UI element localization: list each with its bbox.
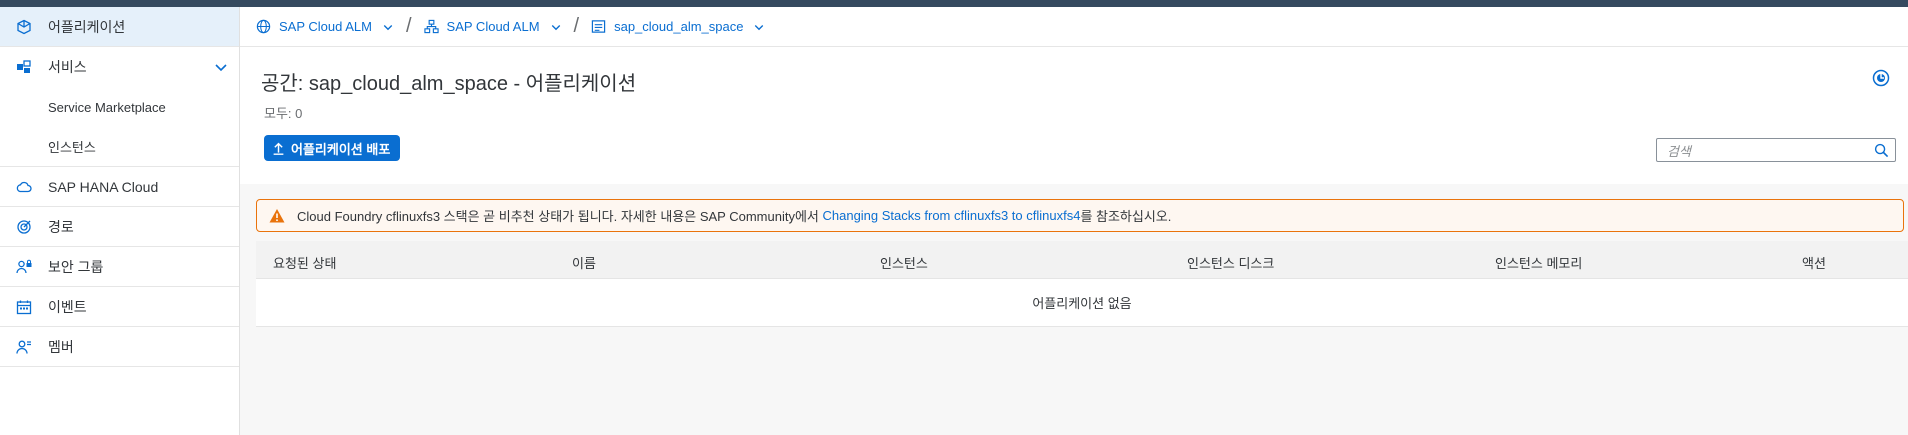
breadcrumb-label: sap_cloud_alm_space	[614, 19, 744, 34]
sidebar-item-security-groups[interactable]: 보안 그룹	[0, 247, 239, 287]
sidebar-item-services[interactable]: 서비스	[0, 47, 239, 87]
upload-icon	[273, 142, 284, 155]
breadcrumb-label: SAP Cloud ALM	[279, 19, 372, 34]
sidebar-item-label: 인스턴스	[48, 140, 96, 155]
target-icon	[16, 219, 32, 235]
breadcrumb-subaccount[interactable]: SAP Cloud ALM	[423, 19, 562, 34]
sidebar-item-label: 서비스	[48, 59, 87, 75]
breadcrumb: SAP Cloud ALM / SAP Cloud ALM / sap_clou…	[240, 7, 1908, 47]
warning-text: Cloud Foundry cflinuxfs3 스택은 곧 비추천 상태가 됩…	[297, 209, 823, 224]
warning-link[interactable]: Changing Stacks from cflinuxfs3 to cflin…	[822, 208, 1080, 223]
chevron-down-icon[interactable]	[550, 21, 562, 33]
cube-icon	[16, 19, 32, 35]
sidebar-item-label: Service Marketplace	[48, 99, 166, 115]
cloud-icon	[16, 179, 32, 195]
sidebar-item-label: 어플리케이션	[48, 18, 126, 35]
sidebar-item-label: 보안 그룹	[48, 258, 104, 275]
sidebar-item-service-marketplace[interactable]: Service Marketplace	[0, 87, 239, 127]
help-icon[interactable]	[1872, 69, 1890, 87]
sidebar: 어플리케이션 서비스 Service Marketplace 인스턴스 SAP …	[0, 7, 240, 435]
sidebar-item-applications[interactable]: 어플리케이션	[0, 7, 239, 47]
column-header-instance-disk[interactable]: 인스턴스 디스크	[1187, 253, 1274, 272]
table-header: 요청된 상태 이름 인스턴스 인스턴스 디스크 인스턴스 메모리 액션	[256, 241, 1908, 279]
breadcrumb-global-account[interactable]: SAP Cloud ALM	[256, 19, 394, 34]
globe-icon	[256, 19, 271, 34]
main-content: SAP Cloud ALM / SAP Cloud ALM / sap_clou…	[240, 7, 1908, 435]
breadcrumb-space[interactable]: sap_cloud_alm_space	[591, 19, 765, 34]
sidebar-item-label: SAP HANA Cloud	[48, 178, 159, 195]
sidebar-item-instances[interactable]: 인스턴스	[0, 127, 239, 167]
sidebar-item-label: 멤버	[48, 338, 74, 355]
chevron-down-icon[interactable]	[753, 21, 765, 33]
hierarchy-icon	[423, 19, 439, 34]
chevron-down-icon[interactable]	[382, 21, 394, 33]
sidebar-item-members[interactable]: 멤버	[0, 327, 239, 367]
column-header-instance-memory[interactable]: 인스턴스 메모리	[1495, 253, 1582, 272]
table-empty-message: 어플리케이션 없음	[1032, 296, 1132, 311]
column-header-instances[interactable]: 인스턴스	[880, 253, 928, 272]
column-header-name[interactable]: 이름	[572, 253, 596, 272]
sidebar-item-sap-hana-cloud[interactable]: SAP HANA Cloud	[0, 167, 239, 207]
column-header-actions: 액션	[1802, 256, 1826, 271]
chevron-down-icon[interactable]	[213, 59, 229, 75]
person-icon	[16, 339, 32, 355]
deploy-application-label: 어플리케이션 배포	[291, 141, 391, 157]
warning-icon	[269, 208, 285, 222]
breadcrumb-separator: /	[573, 15, 580, 37]
sidebar-item-routes[interactable]: 경로	[0, 207, 239, 247]
sidebar-item-label: 이벤트	[48, 298, 87, 315]
warning-text-suffix: 를 참조하십시오.	[1080, 209, 1172, 224]
puzzle-icon	[16, 59, 32, 75]
search-placeholder: 검색	[1667, 143, 1691, 159]
page-header: 공간: sap_cloud_alm_space - 어플리케이션 모두: 0 어…	[240, 47, 1908, 184]
column-header-requested-state[interactable]: 요청된 상태	[273, 253, 336, 272]
item-count: 모두: 0	[264, 106, 303, 121]
search-icon[interactable]	[1874, 143, 1889, 158]
user-lock-icon	[16, 259, 32, 275]
calendar-icon	[16, 299, 32, 315]
page-title: 공간: sap_cloud_alm_space - 어플리케이션	[261, 73, 637, 95]
applications-table: 요청된 상태 이름 인스턴스 인스턴스 디스크 인스턴스 메모리 액션 어플리케…	[256, 241, 1908, 327]
breadcrumb-separator: /	[405, 15, 412, 37]
sidebar-item-events[interactable]: 이벤트	[0, 287, 239, 327]
breadcrumb-label: SAP Cloud ALM	[446, 19, 540, 34]
deploy-application-button[interactable]: 어플리케이션 배포	[264, 135, 401, 161]
top-bar	[0, 0, 1908, 7]
search-input[interactable]: 검색	[1656, 138, 1896, 162]
space-icon	[591, 20, 606, 33]
warning-message-strip: Cloud Foundry cflinuxfs3 스택은 곧 비추천 상태가 됩…	[256, 199, 1904, 232]
sidebar-item-label: 경로	[48, 218, 74, 235]
